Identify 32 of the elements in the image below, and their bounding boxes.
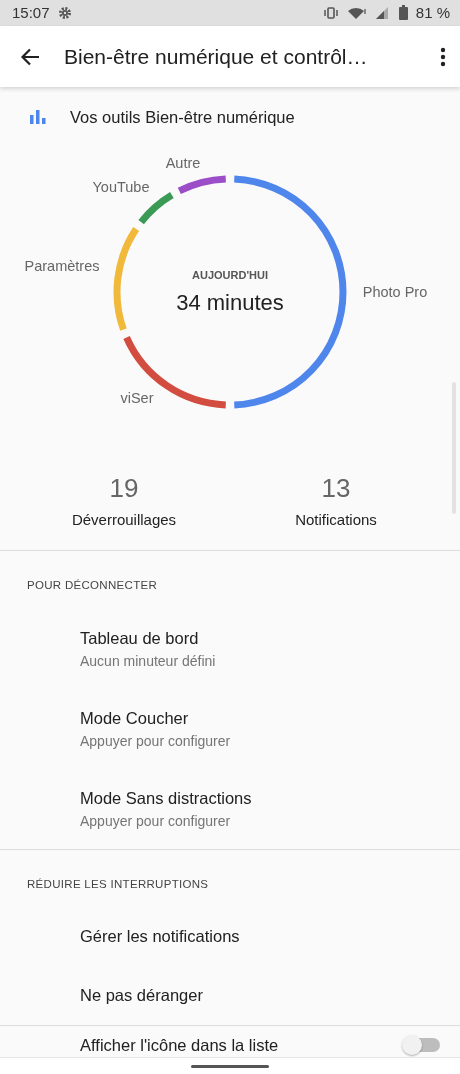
list-item[interactable]: Ne pas déranger <box>0 965 460 1025</box>
signal-icon <box>374 5 391 20</box>
clock-time: 15:07 <box>12 2 50 23</box>
stat-value: 13 <box>321 473 351 504</box>
back-arrow-icon[interactable] <box>20 47 40 66</box>
section-header: RÉDUIRE LES INTERRUPTIONS <box>27 877 209 890</box>
list-item[interactable]: Afficher l'icône dans la liste <box>0 1025 460 1057</box>
screen-title: Bien-être numérique et contrôl… <box>64 43 369 70</box>
stat-label: Notifications <box>295 511 377 529</box>
stat-value: 19 <box>109 473 139 504</box>
segment-label: Paramètres <box>24 257 100 277</box>
section-header: POUR DÉCONNECTER <box>27 579 158 592</box>
list-item[interactable]: Tableau de bord Aucun minuteur défini <box>0 608 460 689</box>
more-options-icon[interactable] <box>440 46 446 67</box>
segment-label: YouTube <box>92 178 150 198</box>
bar-chart-icon <box>30 110 46 125</box>
battery-icon <box>398 5 408 21</box>
segment-label: Autre <box>165 154 201 174</box>
list-item[interactable]: Mode Coucher Appuyer pour configurer <box>0 688 460 769</box>
vibrate-icon <box>322 6 339 19</box>
list-item[interactable]: Gérer les notifications <box>0 906 460 966</box>
section-title: Vos outils Bien-être numérique <box>70 107 295 129</box>
settings-icon <box>57 5 72 20</box>
segment-label: Photo Pro <box>362 283 428 303</box>
list-item[interactable]: Mode Sans distractions Appuyer pour configurer <box>0 768 460 849</box>
toggle-switch[interactable] <box>404 1038 440 1053</box>
chart-caption: AUJOURD'HUI <box>192 268 268 284</box>
battery-percent: 81 % <box>415 2 450 23</box>
total-time: 34 minutes <box>176 289 284 318</box>
segment-label: viSer <box>120 389 154 409</box>
wifi-icon <box>346 5 367 20</box>
stat-label: Déverrouillages <box>71 511 177 529</box>
